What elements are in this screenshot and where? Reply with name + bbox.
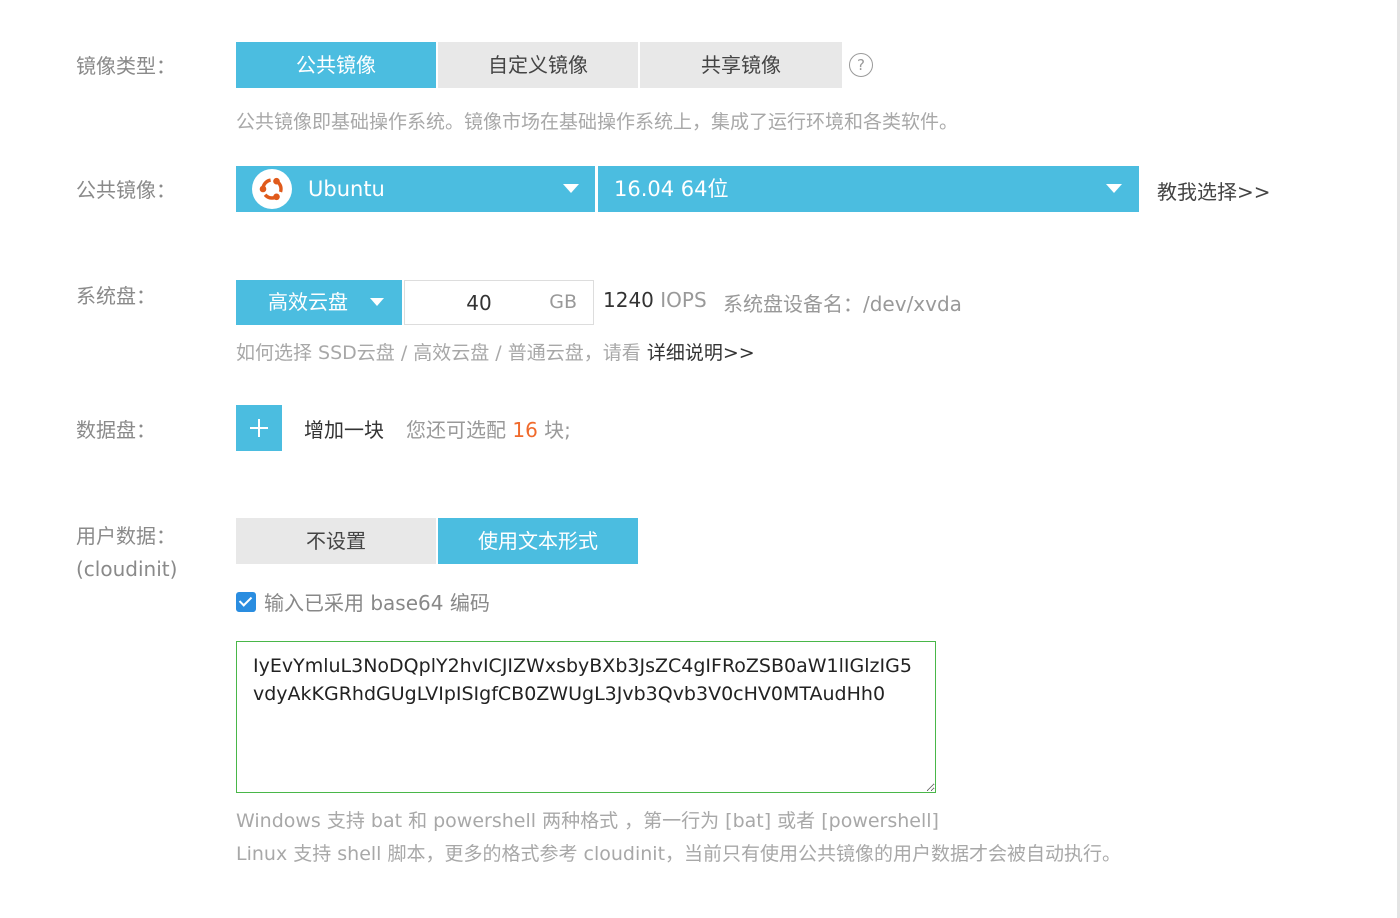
tab-shared-image[interactable]: 共享镜像 [640,42,842,88]
user-data-textarea[interactable]: IyEvYmluL3NoDQplY2hvICJIZWxsbyBXb3JsZC4g… [236,641,936,793]
os-select[interactable]: Ubuntu [236,166,595,212]
add-disk-label[interactable]: 增加一块 [304,414,384,443]
base64-checkbox-label: 输入已采用 base64 编码 [264,591,490,615]
tab-text-user-data[interactable]: 使用文本形式 [438,518,638,564]
public-image-label: 公共镜像： [76,178,176,202]
disk-type-select[interactable]: 高效云盘 [236,280,402,325]
iops-info: 1240 IOPS [603,288,707,312]
disk-type-value: 高效云盘 [268,290,348,314]
tab-public-image[interactable]: 公共镜像 [236,42,436,88]
quota-suffix: 块; [544,418,571,442]
system-device-name: 系统盘设备名：/dev/xvda [723,292,962,316]
chevron-down-icon [370,298,384,306]
user-data-hint-windows: Windows 支持 bat 和 powershell 两种格式 ，第一行为 [… [236,810,939,832]
image-type-hint: 公共镜像即基础操作系统。镜像市场在基础操作系统上，集成了运行环境和各类软件。 [236,111,959,133]
version-value: 16.04 64位 [614,177,729,201]
iops-value: 1240 [603,288,654,312]
image-type-label: 镜像类型： [76,54,176,78]
tab-no-user-data[interactable]: 不设置 [236,518,436,564]
user-data-sublabel: (cloudinit) [76,557,178,581]
ubuntu-logo-icon [252,169,292,209]
version-select[interactable]: 16.04 64位 [598,166,1139,212]
question-circle-icon[interactable]: ? [849,53,873,77]
disk-size-field: GB [404,280,594,325]
chevron-down-icon [563,184,579,193]
disk-size-unit: GB [549,291,577,313]
iops-unit: IOPS [660,288,707,312]
details-link[interactable]: 详细说明>> [647,342,755,364]
add-disk-button[interactable] [236,405,282,451]
disk-size-input[interactable] [405,281,553,324]
base64-checkbox[interactable] [236,592,256,612]
system-disk-hint-text: 如何选择 SSD云盘 / 高效云盘 / 普通云盘，请看 [236,342,641,364]
user-data-label: 用户数据： [76,524,176,548]
system-disk-label: 系统盘： [76,284,156,308]
quota-count: 16 [512,418,538,442]
user-data-hint-linux: Linux 支持 shell 脚本，更多的格式参考 cloudinit，当前只有… [236,843,1122,865]
system-disk-hint: 如何选择 SSD云盘 / 高效云盘 / 普通云盘，请看 详细说明>> [236,338,755,368]
help-choose-link[interactable]: 教我选择>> [1157,176,1271,205]
disk-quota-text: 您还可选配 16 块; [406,414,571,443]
data-disk-label: 数据盘： [76,418,156,442]
chevron-down-icon [1106,184,1122,193]
quota-prefix: 您还可选配 [406,418,506,442]
tab-custom-image[interactable]: 自定义镜像 [438,42,638,88]
os-value: Ubuntu [308,177,385,201]
